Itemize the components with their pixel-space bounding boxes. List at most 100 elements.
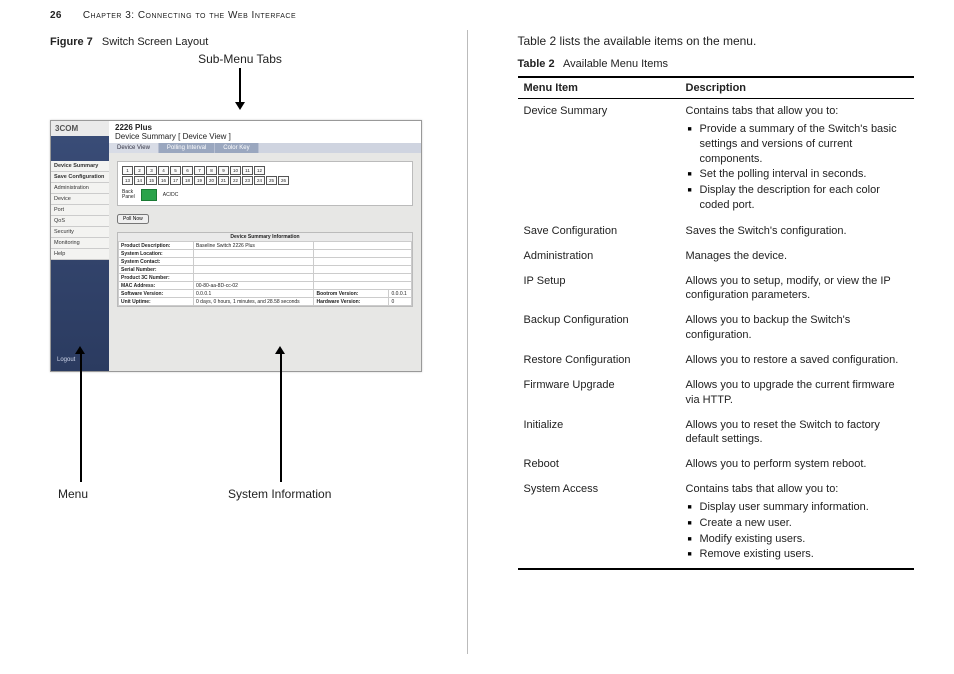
menu-item-cell: System Access: [518, 477, 680, 569]
power-indicator-icon: [141, 189, 157, 201]
tab[interactable]: Device View: [109, 143, 159, 153]
list-item: Set the polling interval in seconds.: [686, 167, 909, 182]
info-key: MAC Address:: [119, 282, 194, 290]
col-menu-item: Menu Item: [518, 77, 680, 99]
screenshot-main: 2226 Plus Device Summary [ Device View ]…: [109, 121, 421, 371]
acdc-label: AC/DC: [163, 192, 179, 198]
submenu-tabs: Device ViewPolling IntervalColor Key: [109, 143, 421, 153]
table-caption: Table 2 Available Menu Items: [518, 58, 915, 70]
port[interactable]: 23: [242, 176, 253, 185]
list-item: Remove existing users.: [686, 547, 909, 562]
port[interactable]: 9: [218, 166, 229, 175]
port[interactable]: 26: [278, 176, 289, 185]
info-key: Hardware Version:: [314, 298, 389, 306]
table-title: Available Menu Items: [563, 58, 668, 70]
sidebar-item[interactable]: Port: [51, 205, 109, 216]
port[interactable]: 22: [230, 176, 241, 185]
description-cell: Saves the Switch's configuration.: [680, 219, 915, 244]
poll-now-button[interactable]: Poll Now: [117, 214, 149, 224]
arrow-head-icon: [75, 346, 85, 354]
sidebar-item[interactable]: Save Configuration: [51, 172, 109, 183]
port[interactable]: 12: [254, 166, 265, 175]
info-key: System Contact:: [119, 258, 194, 266]
sidebar-item[interactable]: QoS: [51, 216, 109, 227]
figure-title: Switch Screen Layout: [102, 36, 208, 48]
ports-row-bottom: 1314151617181920212223242526: [122, 176, 408, 185]
breadcrumb: Device Summary [ Device View ]: [115, 132, 231, 141]
device-model: 2226 Plus: [115, 123, 152, 132]
port[interactable]: 10: [230, 166, 241, 175]
table-row: AdministrationManages the device.: [518, 244, 915, 269]
port[interactable]: 1: [122, 166, 133, 175]
menu-item-cell: IP Setup: [518, 269, 680, 309]
table-label: Table 2: [518, 58, 555, 70]
info-key: Serial Number:: [119, 266, 194, 274]
port[interactable]: 8: [206, 166, 217, 175]
sidebar-item[interactable]: Administration: [51, 183, 109, 194]
bullet-list: Provide a summary of the Switch's basic …: [686, 122, 909, 213]
system-info-panel: Device Summary Information Product Descr…: [117, 232, 413, 307]
table-row: InitializeAllows you to reset the Switch…: [518, 413, 915, 453]
port[interactable]: 21: [218, 176, 229, 185]
info-value: 0.0.0.1: [194, 290, 314, 298]
sidebar-item[interactable]: Security: [51, 227, 109, 238]
description-cell: Allows you to perform system reboot.: [680, 452, 915, 477]
arrow-down-icon: [239, 68, 241, 103]
description-cell: Contains tabs that allow you to:Provide …: [680, 99, 915, 219]
list-item: Create a new user.: [686, 516, 909, 531]
menu-item-cell: Device Summary: [518, 99, 680, 219]
info-value: 0.0.0.1: [389, 290, 412, 298]
arrow-head-icon: [275, 346, 285, 354]
port[interactable]: 4: [158, 166, 169, 175]
info-key: Unit Uptime:: [119, 298, 194, 306]
col-description: Description: [680, 77, 915, 99]
menu-item-cell: Administration: [518, 244, 680, 269]
info-value: [194, 266, 314, 274]
port[interactable]: 15: [146, 176, 157, 185]
port[interactable]: 5: [170, 166, 181, 175]
system-info-table: Product Description:Baseline Switch 2226…: [118, 241, 412, 306]
port[interactable]: 20: [206, 176, 217, 185]
info-key: Software Version:: [119, 290, 194, 298]
port[interactable]: 19: [194, 176, 205, 185]
table-row: Save ConfigurationSaves the Switch's con…: [518, 219, 915, 244]
port[interactable]: 11: [242, 166, 253, 175]
port[interactable]: 7: [194, 166, 205, 175]
table-row: Backup ConfigurationAllows you to backup…: [518, 308, 915, 348]
port[interactable]: 6: [182, 166, 193, 175]
callout-menu: Menu: [58, 487, 88, 501]
figure-label: Figure 7: [50, 36, 93, 48]
menu-item-cell: Backup Configuration: [518, 308, 680, 348]
port[interactable]: 18: [182, 176, 193, 185]
port[interactable]: 2: [134, 166, 145, 175]
port[interactable]: 16: [158, 176, 169, 185]
description-cell: Allows you to restore a saved configurat…: [680, 348, 915, 373]
info-value: 0: [389, 298, 412, 306]
info-value: 00-80-aa-8D-cc-02: [194, 282, 314, 290]
port[interactable]: 14: [134, 176, 145, 185]
description-cell: Allows you to reset the Switch to factor…: [680, 413, 915, 453]
port[interactable]: 3: [146, 166, 157, 175]
description-cell: Contains tabs that allow you to:Display …: [680, 477, 915, 569]
sidebar-item[interactable]: Device Summary: [51, 161, 109, 172]
menu-item-cell: Reboot: [518, 452, 680, 477]
list-item: Modify existing users.: [686, 532, 909, 547]
table-row: Restore ConfigurationAllows you to resto…: [518, 348, 915, 373]
list-item: Display user summary information.: [686, 500, 909, 515]
tab[interactable]: Color Key: [215, 143, 258, 153]
port[interactable]: 13: [122, 176, 133, 185]
sidebar-item[interactable]: Device: [51, 194, 109, 205]
figure-caption: Figure 7 Switch Screen Layout: [50, 36, 447, 48]
sidebar-item[interactable]: Monitoring: [51, 238, 109, 249]
menu-item-cell: Firmware Upgrade: [518, 373, 680, 413]
system-info-header: Device Summary Information: [118, 233, 412, 241]
port[interactable]: 24: [254, 176, 265, 185]
info-key: Product Description:: [119, 242, 194, 250]
port[interactable]: 25: [266, 176, 277, 185]
callout-submenu-tabs: Sub-Menu Tabs: [180, 52, 300, 66]
sidebar-item[interactable]: Help: [51, 249, 109, 260]
description-cell: Allows you to backup the Switch's config…: [680, 308, 915, 348]
port[interactable]: 17: [170, 176, 181, 185]
tab[interactable]: Polling Interval: [159, 143, 215, 153]
table-row: IP SetupAllows you to setup, modify, or …: [518, 269, 915, 309]
